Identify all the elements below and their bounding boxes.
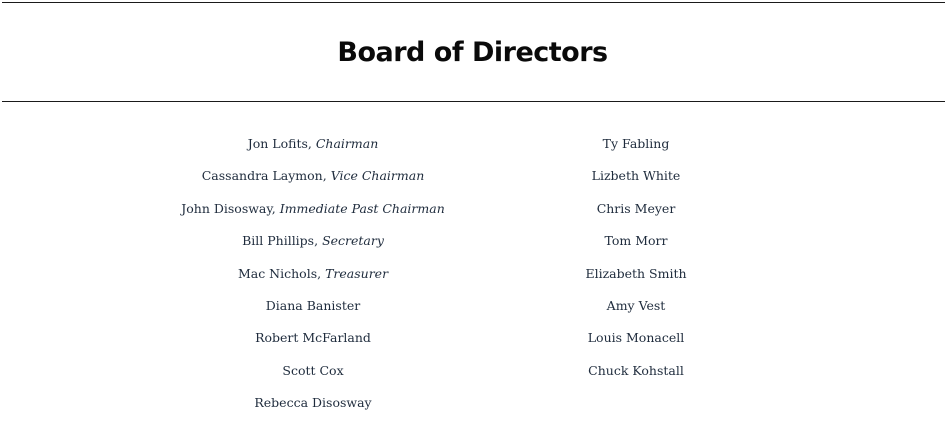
member-name: Bill Phillips [242, 233, 315, 249]
member-name: Jon Lofits [247, 136, 308, 151]
board-member: Ty Fabling [602, 136, 670, 151]
member-role: Secretary [322, 233, 384, 249]
board-list-left: Jon Lofits, Chairman Cassandra Laymon, V… [163, 134, 463, 426]
board-member: Jon Lofits, Chairman [247, 136, 379, 151]
board-member: John Disosway, Immediate Past Chairman [181, 200, 445, 216]
member-name: Cassandra Laymon [201, 168, 323, 184]
board-member: Cassandra Laymon, Vice Chairman [201, 168, 425, 184]
page-title: Board of Directors [337, 37, 608, 68]
board-member: Scott Cox [163, 361, 463, 393]
board-member: Louis Monacell [587, 330, 685, 346]
member-name: Rebecca Disosway [254, 395, 372, 411]
member-name: Mac Nichols [237, 265, 318, 281]
board-member: Chuck Kohstall [588, 362, 684, 378]
board-member: Lizbeth White [591, 168, 681, 184]
member-name: Diana Banister [265, 297, 361, 313]
board-member: Amy Vest [606, 297, 666, 313]
member-role: Vice Chairman [330, 168, 425, 184]
board-member: Bill Phillips, Secretary [242, 233, 384, 249]
board-member: Robert McFarland [163, 328, 463, 360]
board-member: Diana Banister [163, 296, 463, 328]
member-name: Scott Cox [282, 362, 344, 378]
board-member: Chris Meyer [596, 200, 676, 216]
member-name: Robert McFarland [255, 330, 371, 346]
member-role: Treasurer [325, 265, 389, 281]
board-page: Board of Directors Jon Lofits, Chairman … [0, 0, 945, 438]
board-member: Mac Nichols, Treasurer [237, 265, 389, 281]
board-member: Elizabeth Smith [585, 265, 687, 281]
member-role: Chairman [315, 136, 379, 151]
board-member: Tom Morr [604, 233, 668, 249]
member-name: John Disosway [181, 200, 272, 216]
member-role: Immediate Past Chairman [279, 200, 445, 216]
top-divider [2, 2, 945, 3]
board-member: Rebecca Disosway [163, 393, 463, 425]
board-list-right: Ty Fabling Lizbeth White Chris Meyer Tom… [486, 134, 786, 393]
title-divider [2, 101, 945, 102]
